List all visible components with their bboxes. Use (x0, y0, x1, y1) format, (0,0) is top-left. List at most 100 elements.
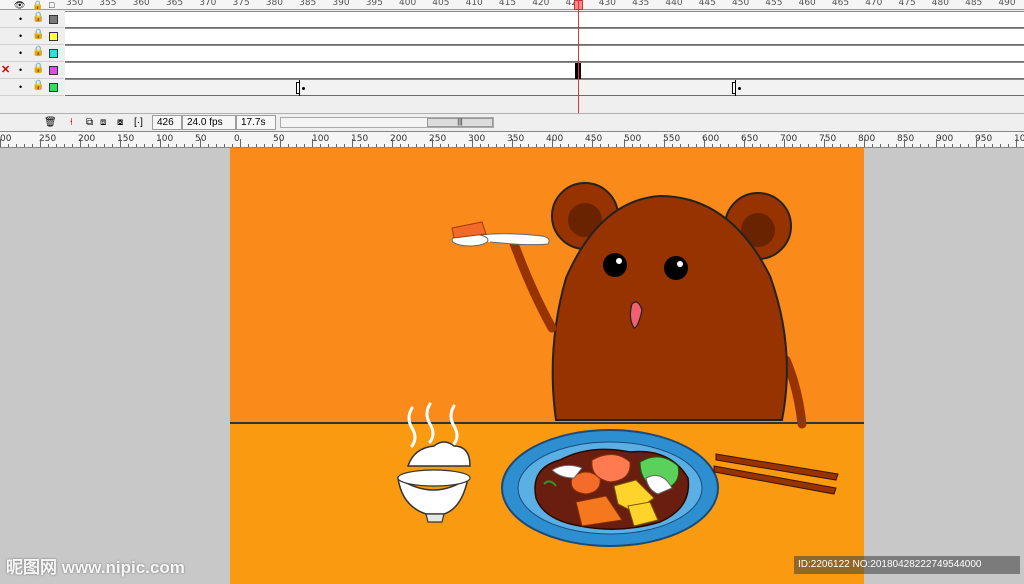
ruler-tick (304, 144, 305, 147)
outline-icon[interactable]: □ (49, 0, 54, 10)
visibility-dot-icon[interactable]: • (19, 31, 22, 41)
ruler-tick (736, 144, 737, 147)
frame-rate-field[interactable]: 24.0 fps (182, 115, 236, 130)
ruler-tick (696, 144, 697, 147)
layer-lock-icon[interactable]: 🔒 (32, 80, 44, 91)
lock-icon[interactable]: 🔒 (32, 0, 43, 10)
layer-lock-icon[interactable]: 🔒 (32, 46, 44, 57)
visibility-dot-icon[interactable]: • (19, 82, 22, 92)
delete-layer-icon[interactable]: 🗑 (44, 116, 57, 129)
keyframe-marker[interactable] (732, 82, 736, 94)
layer-controls: • 🔒 (0, 79, 64, 96)
eye-icon[interactable]: 👁 (14, 0, 25, 10)
ruler-label: 450 (585, 134, 603, 144)
ruler-tick (360, 144, 361, 147)
layer-lock-icon[interactable]: 🔒 (32, 63, 44, 74)
frame-number: 360 (132, 0, 150, 8)
layer-color-swatch[interactable] (49, 49, 58, 58)
keyframe-marker[interactable] (296, 82, 300, 94)
modify-markers-icon[interactable]: [·] (134, 116, 143, 129)
layer-frame-track[interactable] (65, 79, 1024, 96)
frame-number: 490 (998, 0, 1016, 8)
visibility-dot-icon[interactable]: • (19, 14, 22, 24)
timeline-layer[interactable]: • 🔒 (0, 28, 1024, 45)
ruler-tick (968, 144, 969, 147)
scrollbar-thumb[interactable]: ||| (427, 118, 493, 127)
ruler-tick (568, 144, 569, 147)
ruler-tick (184, 144, 185, 147)
layer-color-swatch[interactable] (49, 83, 58, 92)
layer-frame-track[interactable] (65, 45, 1024, 62)
ruler-tick (664, 139, 665, 147)
timeline-layer[interactable]: • 🔒 (0, 45, 1024, 62)
visibility-dot-icon[interactable]: • (19, 65, 22, 75)
frame-number: 445 (698, 0, 716, 8)
center-frame-icon[interactable]: ⍿ (70, 116, 73, 129)
frame-number: 470 (865, 0, 883, 8)
ruler-tick (152, 144, 153, 147)
ruler-tick (880, 144, 881, 147)
frame-number: 420 (532, 0, 550, 8)
onion-outline-icon[interactable]: ⧈ (100, 116, 106, 129)
onion-skin-icon[interactable]: ⧉ (86, 116, 93, 129)
ruler-tick (144, 144, 145, 147)
ruler-label: 100 (312, 134, 330, 144)
ruler-tick (688, 144, 689, 147)
ruler-tick (392, 139, 393, 147)
layer-color-swatch[interactable] (49, 66, 58, 75)
ruler-tick (424, 144, 425, 147)
ruler-label: 400 (546, 134, 564, 144)
visibility-dot-icon[interactable]: • (19, 48, 22, 58)
ruler-label: 850 (897, 134, 915, 144)
layer-frame-track[interactable] (65, 28, 1024, 45)
ruler-label: 550 (663, 134, 681, 144)
edit-multiple-frames-icon[interactable]: ⧇ (117, 116, 123, 129)
timeline-layer[interactable]: • 🔒 (0, 79, 1024, 96)
timeline-scrollbar[interactable]: ||| (280, 117, 494, 128)
ruler-tick (608, 144, 609, 147)
food-plate[interactable] (501, 429, 719, 547)
frame-number: 365 (165, 0, 184, 8)
layer-lock-icon[interactable]: 🔒 (32, 29, 44, 40)
ruler-tick (624, 139, 625, 147)
frame-number: 405 (432, 0, 450, 8)
ruler-tick (64, 144, 65, 147)
layer-color-swatch[interactable] (49, 15, 58, 24)
ruler-tick (768, 144, 769, 147)
layer-frame-track[interactable] (65, 62, 1024, 79)
ruler-tick (24, 144, 25, 147)
ruler-tick (856, 144, 857, 147)
ruler-tick (936, 139, 937, 147)
watermark-site: 昵图网 www.nipic.com (6, 558, 185, 577)
ruler-tick (912, 144, 913, 147)
ruler-tick (120, 139, 121, 147)
frame-number: 390 (332, 0, 350, 8)
ruler-tick (232, 144, 233, 147)
stage-canvas[interactable] (230, 148, 864, 584)
ruler-tick (728, 144, 729, 147)
ruler-tick (896, 144, 897, 147)
keyframe-dot (302, 87, 305, 90)
timeline-layer[interactable]: ✕ • 🔒 (0, 62, 1024, 79)
ruler-tick (496, 144, 497, 147)
ruler-tick (712, 144, 713, 147)
frame-number: 375 (232, 0, 250, 8)
ruler-tick (264, 144, 265, 147)
ruler-tick (192, 144, 193, 147)
ruler-tick (376, 144, 377, 147)
layer-color-swatch[interactable] (49, 32, 58, 41)
ruler-tick (168, 144, 169, 147)
ruler-tick (464, 144, 465, 147)
current-frame-field[interactable]: 426 (152, 115, 182, 130)
ruler-tick (400, 144, 401, 147)
ruler-label: 950 (975, 134, 993, 144)
ruler-tick (160, 139, 161, 147)
layer-lock-icon[interactable]: 🔒 (32, 12, 44, 23)
frame-number: 460 (798, 0, 816, 8)
ruler-tick (752, 144, 753, 147)
timeline-layer[interactable]: • 🔒 (0, 11, 1024, 28)
frame-number: 370 (199, 0, 217, 8)
layer-frame-track[interactable] (65, 11, 1024, 28)
ruler-label: 250 (39, 134, 57, 144)
frame-ruler[interactable]: 350 355 360 365 370 375 380 385 390 395 400 405 410 4… (64, 0, 1024, 10)
